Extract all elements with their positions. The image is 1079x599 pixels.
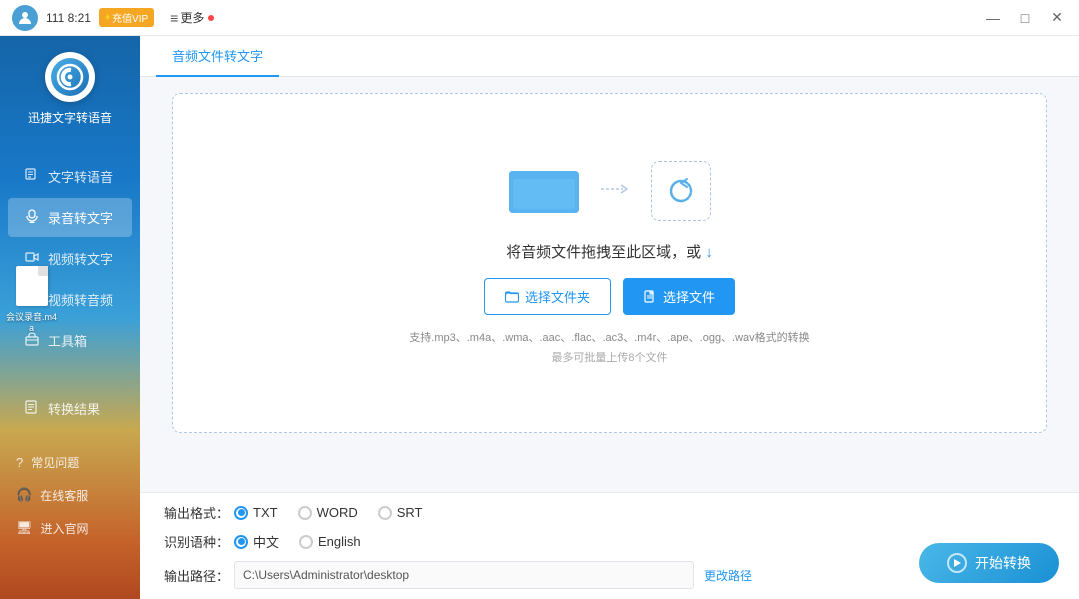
format-row: 输出格式： TXT WORD SRT bbox=[164, 503, 1055, 522]
format-srt-label: SRT bbox=[397, 505, 423, 520]
folder-icon-wrap bbox=[509, 161, 581, 221]
file-icon-shape bbox=[16, 266, 48, 306]
sidebar-label-results: 转换结果 bbox=[48, 399, 100, 418]
output-label: 输出路径： bbox=[164, 566, 234, 585]
format-txt[interactable]: TXT bbox=[234, 505, 278, 520]
select-file-button[interactable]: 选择文件 bbox=[623, 278, 735, 315]
maximize-button[interactable]: □ bbox=[1011, 8, 1039, 28]
faq-icon: ? bbox=[16, 455, 23, 470]
text-to-speech-icon bbox=[24, 168, 40, 185]
format-txt-radio[interactable] bbox=[234, 506, 248, 520]
sidebar-item-record-to-text[interactable]: 录音转文字 bbox=[8, 198, 132, 237]
close-button[interactable]: ✕ bbox=[1043, 8, 1071, 28]
sidebar-item-service[interactable]: 🎧 在线客服 bbox=[0, 479, 140, 512]
folder-btn-icon bbox=[505, 290, 519, 304]
minimize-button[interactable]: — bbox=[979, 8, 1007, 28]
sidebar: 迅捷文字转语音 文字转语音 bbox=[0, 36, 140, 599]
play-icon bbox=[951, 557, 963, 569]
sidebar-item-faq[interactable]: ? 常见问题 bbox=[0, 446, 140, 479]
vip-badge[interactable]: ♦ 充值VIP bbox=[99, 8, 154, 27]
language-row: 识别语种： 中文 English bbox=[164, 532, 1055, 551]
titlebar-left: 111 8:21 ♦ 充值VIP ≡ 更多 bbox=[0, 0, 214, 35]
titlebar: 111 8:21 ♦ 充值VIP ≡ 更多 — □ ✕ bbox=[0, 0, 1079, 36]
upload-icons bbox=[509, 161, 711, 221]
sidebar-label-faq: 常见问题 bbox=[31, 454, 79, 471]
service-icon: 🎧 bbox=[16, 487, 32, 503]
sidebar-label-video-to-text: 视频转文字 bbox=[48, 249, 113, 268]
lang-label: 识别语种： bbox=[164, 532, 234, 551]
sidebar-item-text-to-speech[interactable]: 文字转语音 bbox=[8, 157, 132, 196]
lang-english-label: English bbox=[318, 534, 361, 549]
sidebar-label-service: 在线客服 bbox=[40, 487, 88, 504]
upload-hint: 将音频文件拖拽至此区域，或 ↓ bbox=[506, 241, 713, 262]
select-folder-button[interactable]: 选择文件夹 bbox=[484, 278, 611, 315]
formats-text: 支持.mp3、.m4a、.wma、.aac、.flac、.ac3、.m4r、.a… bbox=[409, 329, 809, 345]
video-to-text-icon bbox=[24, 250, 40, 267]
output-path-box: C:\Users\Administrator\desktop bbox=[234, 561, 694, 589]
format-txt-label: TXT bbox=[253, 505, 278, 520]
record-to-text-icon bbox=[24, 209, 40, 226]
user-info-text: 111 8:21 bbox=[46, 11, 91, 25]
sidebar-label-website: 进入官网 bbox=[41, 520, 89, 537]
results-icon bbox=[24, 400, 40, 417]
file-btn-icon bbox=[643, 290, 657, 304]
start-btn-label: 开始转换 bbox=[975, 553, 1031, 573]
format-srt[interactable]: SRT bbox=[378, 505, 423, 520]
folder-svg-icon bbox=[509, 161, 581, 216]
format-word-radio[interactable] bbox=[298, 506, 312, 520]
lang-english-radio[interactable] bbox=[299, 535, 313, 549]
sidebar-label-video-to-audio: 视频转音频 bbox=[48, 290, 113, 309]
limit-text: 最多可批量上传8个文件 bbox=[551, 349, 667, 365]
lang-chinese-radio[interactable] bbox=[234, 535, 248, 549]
sidebar-label-record-to-text: 录音转文字 bbox=[48, 208, 113, 227]
file-btn-label: 选择文件 bbox=[663, 287, 715, 306]
logo-inner bbox=[51, 58, 89, 96]
folder-btn-label: 选择文件夹 bbox=[525, 287, 590, 306]
title-info: 111 8:21 bbox=[46, 11, 91, 25]
output-path-text: C:\Users\Administrator\desktop bbox=[243, 568, 409, 582]
sidebar-label-text-to-speech: 文字转语音 bbox=[48, 167, 113, 186]
lang-chinese-label: 中文 bbox=[253, 532, 279, 551]
settings-area: 输出格式： TXT WORD SRT bbox=[140, 492, 1079, 599]
titlebar-controls: — □ ✕ bbox=[979, 8, 1071, 28]
start-btn-icon bbox=[947, 553, 967, 573]
format-word[interactable]: WORD bbox=[298, 505, 358, 520]
change-path-button[interactable]: 更改路径 bbox=[704, 567, 752, 584]
refresh-icon bbox=[667, 177, 695, 205]
lang-chinese[interactable]: 中文 bbox=[234, 532, 279, 551]
lang-english[interactable]: English bbox=[299, 534, 361, 549]
main-layout: 迅捷文字转语音 文字转语音 bbox=[0, 36, 1079, 599]
convert-icon-wrap bbox=[651, 161, 711, 221]
format-radio-group: TXT WORD SRT bbox=[234, 505, 423, 520]
sidebar-bottom: ? 常见问题 🎧 在线客服 🖥 进入官网 bbox=[0, 446, 140, 545]
upload-buttons: 选择文件夹 选择文件 bbox=[484, 278, 735, 315]
arrow-right-icon bbox=[601, 180, 631, 203]
start-convert-button[interactable]: 开始转换 bbox=[919, 543, 1059, 583]
download-arrow-icon: ↓ bbox=[705, 244, 713, 261]
app-logo bbox=[45, 52, 95, 102]
sidebar-label-toolbox: 工具箱 bbox=[48, 331, 87, 350]
app-name: 迅捷文字转语音 bbox=[28, 110, 112, 127]
toolbox-icon bbox=[24, 332, 40, 349]
file-icon-label: 会议录音.m4 a bbox=[6, 310, 57, 333]
format-word-label: WORD bbox=[317, 505, 358, 520]
upload-area[interactable]: 将音频文件拖拽至此区域，或 ↓ 选择文件夹 bbox=[172, 93, 1047, 433]
more-button[interactable]: ≡ 更多 bbox=[170, 9, 214, 26]
sidebar-item-website[interactable]: 🖥 进入官网 bbox=[0, 512, 140, 545]
tab-audio-to-text[interactable]: 音频文件转文字 bbox=[156, 36, 279, 77]
upload-hint-text: 将音频文件拖拽至此区域，或 bbox=[506, 244, 701, 261]
user-avatar bbox=[12, 5, 38, 31]
right-panel: 音频文件转文字 bbox=[140, 36, 1079, 599]
sidebar-item-results[interactable]: 转换结果 bbox=[8, 389, 132, 428]
tab-bar: 音频文件转文字 bbox=[140, 36, 1079, 77]
website-icon: 🖥 bbox=[16, 520, 33, 536]
vip-label: 充值VIP bbox=[112, 10, 148, 25]
lang-radio-group: 中文 English bbox=[234, 532, 361, 551]
format-label: 输出格式： bbox=[164, 503, 234, 522]
desktop-file-icon: 会议录音.m4 a bbox=[6, 266, 57, 333]
format-srt-radio[interactable] bbox=[378, 506, 392, 520]
more-label: 更多 bbox=[180, 9, 204, 26]
